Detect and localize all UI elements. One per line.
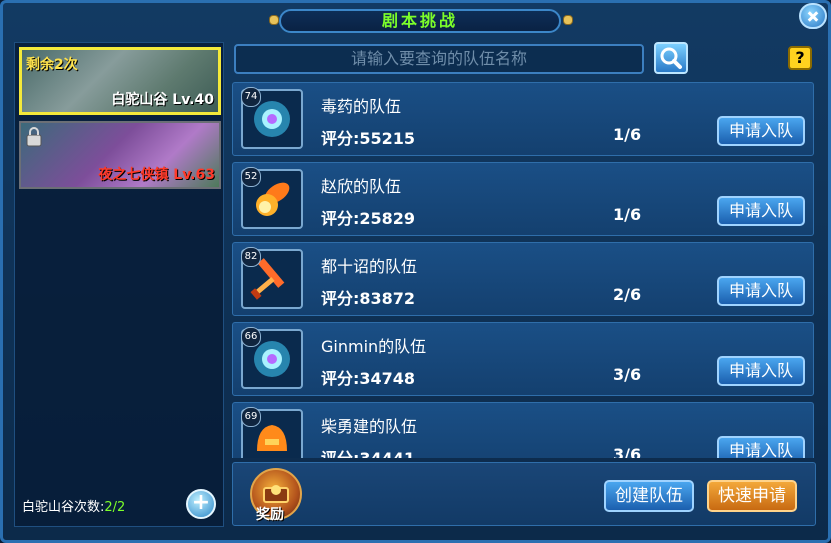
apply-join-button[interactable]: 申请入队 — [717, 196, 805, 226]
team-members: 1/6 — [613, 205, 642, 224]
dungeon-list-panel: 剩余2次 白驼山谷 Lv.40 夜之七侠镇 Lv.63 — [14, 42, 224, 527]
dungeon-name: 夜之七侠镇 Lv.63 — [98, 167, 215, 183]
team-name: 赵欣的队伍 — [321, 177, 402, 196]
search-input[interactable]: 请输入要查询的队伍名称 — [234, 44, 644, 74]
search-button[interactable] — [654, 42, 688, 74]
team-name: 毒药的队伍 — [321, 97, 402, 116]
team-list[interactable]: 74 毒药的队伍 评分:55215 1/6 申请入队 52 赵欣的队伍 评分:2… — [232, 82, 814, 458]
team-level-badge: 74 — [241, 87, 261, 107]
team-row: 74 毒药的队伍 评分:55215 1/6 申请入队 — [232, 82, 814, 156]
team-level-badge: 66 — [241, 327, 261, 347]
attempt-counter: 白驼山谷次数:2/2 — [22, 496, 125, 515]
team-row: 69 柴勇建的队伍 评分:34441 3/6 申请入队 — [232, 402, 814, 458]
add-attempts-button[interactable]: + — [186, 489, 216, 519]
dungeon-card-qixiazhen[interactable]: 夜之七侠镇 Lv.63 — [19, 121, 221, 189]
team-name: 都十诏的队伍 — [321, 257, 418, 276]
window-title: 剧本挑战 — [279, 9, 561, 33]
search-icon — [660, 47, 682, 69]
team-score: 评分:34748 — [321, 369, 416, 388]
apply-join-button[interactable]: 申请入队 — [717, 356, 805, 386]
team-members: 3/6 — [613, 445, 642, 458]
team-level-badge: 52 — [241, 167, 261, 187]
title-ornament-right — [563, 15, 573, 25]
team-level-badge: 69 — [241, 407, 261, 427]
team-row: 82 都十诏的队伍 评分:83872 2/6 申请入队 — [232, 242, 814, 316]
team-row: 52 赵欣的队伍 评分:25829 1/6 申请入队 — [232, 162, 814, 236]
reward-label: 奖励 — [256, 507, 284, 523]
title-ornament-left — [269, 15, 279, 25]
team-score: 评分:25829 — [321, 209, 416, 228]
attempt-counter-label: 白驼山谷次数: — [22, 500, 105, 515]
quick-apply-button[interactable]: 快速申请 — [707, 480, 797, 512]
help-button[interactable]: ? — [788, 46, 812, 70]
apply-join-button[interactable]: 申请入队 — [717, 116, 805, 146]
team-score: 评分:55215 — [321, 129, 416, 148]
team-name: 柴勇建的队伍 — [321, 417, 418, 436]
team-members: 1/6 — [613, 125, 642, 144]
attempt-counter-value: 2/2 — [104, 500, 126, 515]
close-button[interactable] — [799, 3, 827, 29]
team-score: 评分:83872 — [321, 289, 416, 308]
dungeon-name: 白驼山谷 Lv.40 — [111, 92, 214, 108]
team-score: 评分:34441 — [321, 445, 415, 458]
team-row: 66 Ginmin的队伍 评分:34748 3/6 申请入队 — [232, 322, 814, 396]
create-team-button[interactable]: 创建队伍 — [604, 480, 694, 512]
apply-join-button[interactable]: 申请入队 — [717, 436, 805, 458]
team-level-badge: 82 — [241, 247, 261, 267]
team-members: 2/6 — [613, 285, 642, 304]
lock-icon — [26, 127, 42, 147]
remaining-count: 剩余2次 — [26, 57, 78, 73]
team-members: 3/6 — [613, 365, 642, 384]
apply-join-button[interactable]: 申请入队 — [717, 276, 805, 306]
dungeon-card-baituo[interactable]: 剩余2次 白驼山谷 Lv.40 — [19, 47, 221, 115]
title-bar: 剧本挑战 — [3, 3, 828, 37]
team-name: Ginmin的队伍 — [321, 337, 427, 356]
